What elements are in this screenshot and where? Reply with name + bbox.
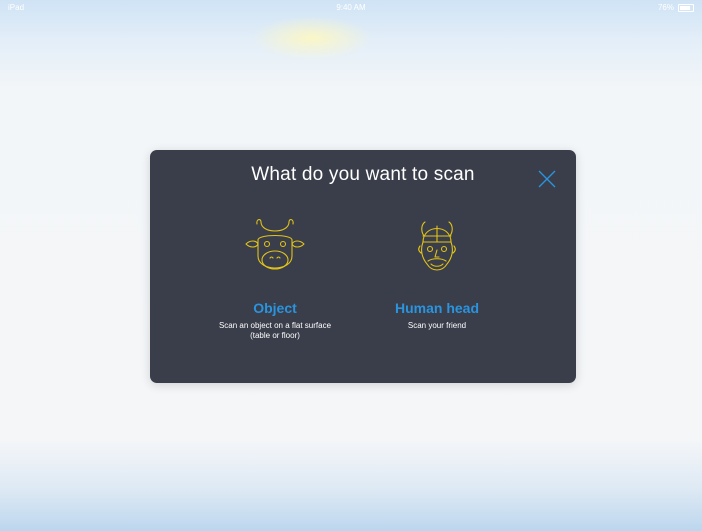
human-head-option-description: Scan your friend	[362, 321, 512, 331]
object-option-description: Scan an object on a flat surface (table …	[200, 321, 350, 341]
scan-type-dialog: What do you want to scan Object Scan an …	[150, 150, 576, 383]
viking-head-icon	[418, 221, 456, 271]
human-head-desc-line1: Scan your friend	[407, 321, 467, 330]
object-desc-line2: (table or floor)	[250, 331, 300, 340]
dialog-title: What do you want to scan	[251, 164, 475, 185]
object-desc-line1: Scan an object on a flat surface	[218, 321, 332, 330]
close-button[interactable]	[534, 166, 560, 192]
battery-icon	[678, 3, 694, 12]
human-head-option-title: Human head	[394, 300, 479, 316]
object-option-title: Object	[253, 300, 297, 316]
status-bar: iPad 9:40 AM 76%	[0, 0, 702, 14]
status-time: 9:40 AM	[336, 3, 366, 12]
battery-percent: 76%	[657, 3, 674, 12]
bull-face-icon	[245, 219, 305, 270]
object-option[interactable]: Object Scan an object on a flat surface …	[200, 216, 350, 341]
human-head-option[interactable]: Human head Scan your friend	[362, 216, 512, 331]
status-right: 76%	[658, 3, 694, 12]
close-icon	[538, 170, 556, 188]
